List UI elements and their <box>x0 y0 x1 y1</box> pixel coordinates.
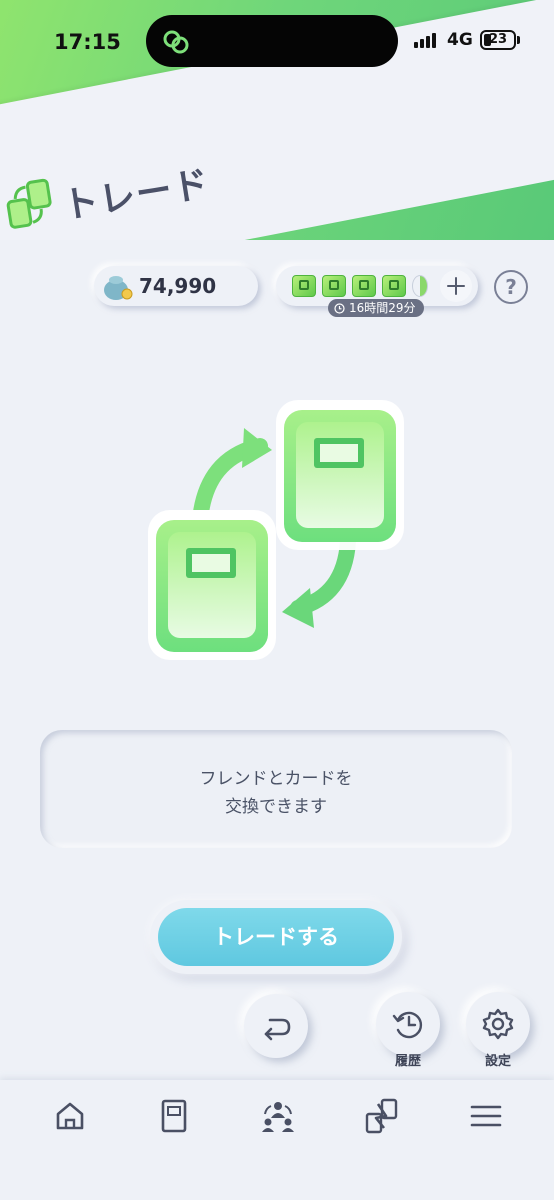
page-title: トレード <box>59 163 213 228</box>
add-stamina-button[interactable] <box>440 270 472 302</box>
nav-home[interactable] <box>50 1096 90 1136</box>
battery-icon: 23 <box>480 30 516 50</box>
stamina-partial-icon <box>412 275 428 297</box>
nav-trade[interactable] <box>258 1096 298 1136</box>
trade-icon <box>262 1102 294 1132</box>
stamina-full-icon <box>352 275 376 297</box>
card-icon <box>161 1099 187 1133</box>
app-link-icon <box>163 30 189 54</box>
clock-icon <box>334 302 345 314</box>
stamina-icons <box>292 275 428 297</box>
battery-cap <box>517 36 520 44</box>
trade-title-icon <box>6 178 52 229</box>
trade-button-frame: トレードする <box>150 900 402 974</box>
menu-icon <box>470 1105 502 1127</box>
nav-menu[interactable] <box>466 1096 506 1136</box>
coin-value: 74,990 <box>139 274 217 298</box>
back-button[interactable] <box>244 994 308 1058</box>
info-message-line-1: フレンドとカードを <box>199 769 353 789</box>
history-label: 履歴 <box>394 1054 421 1069</box>
help-button[interactable]: ? <box>494 270 528 304</box>
coin-bag-icon <box>104 276 133 300</box>
stamina-full-icon <box>382 275 406 297</box>
stamina-timer: 16時間29分 <box>328 299 424 317</box>
trade-screen: 17:15 4G 23 トレード 74,990 16時間29分 ? フレンドとカ… <box>0 0 554 1200</box>
history-button[interactable] <box>376 992 440 1056</box>
trade-illustration <box>148 400 404 660</box>
settings-label: 設定 <box>484 1054 511 1069</box>
info-message-box: フレンドとカードを 交換できます <box>40 730 512 848</box>
gear-icon <box>482 1008 514 1040</box>
coin-pill: 74,990 <box>94 266 348 306</box>
battle-icon <box>365 1098 398 1134</box>
network-type: 4G <box>447 30 473 50</box>
signal-icon <box>414 32 436 48</box>
history-icon <box>392 1011 423 1039</box>
nav-battle[interactable] <box>362 1096 402 1136</box>
stamina-timer-text: 16時間29分 <box>349 301 416 315</box>
stamina-full-icon <box>292 275 316 297</box>
back-arrow-icon <box>264 1018 291 1041</box>
nav-cards[interactable] <box>154 1096 194 1136</box>
status-time: 17:15 <box>54 30 121 54</box>
status-bar: 17:15 4G 23 <box>0 0 554 84</box>
trade-button[interactable]: トレードする <box>158 908 394 966</box>
settings-button[interactable] <box>466 992 530 1056</box>
stamina-full-icon <box>322 275 346 297</box>
battery-level: 23 <box>488 32 508 47</box>
home-icon <box>56 1102 84 1130</box>
info-message-line-2: 交換できます <box>225 797 327 817</box>
